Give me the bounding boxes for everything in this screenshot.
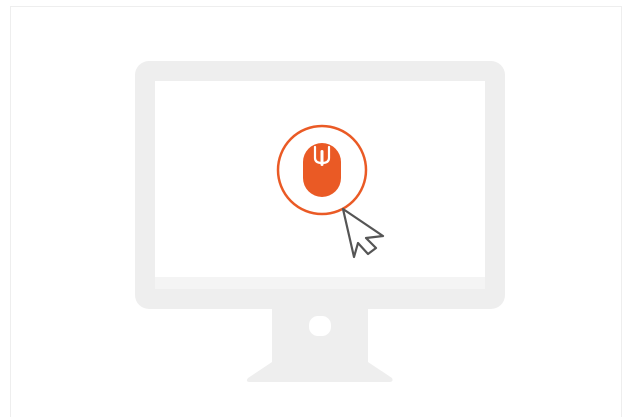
monitor-stand-slot [309,316,331,336]
page [0,0,632,417]
mouse-icon [303,143,341,197]
monitor-screen-strip [155,277,485,289]
monitor-illustration [135,61,505,382]
